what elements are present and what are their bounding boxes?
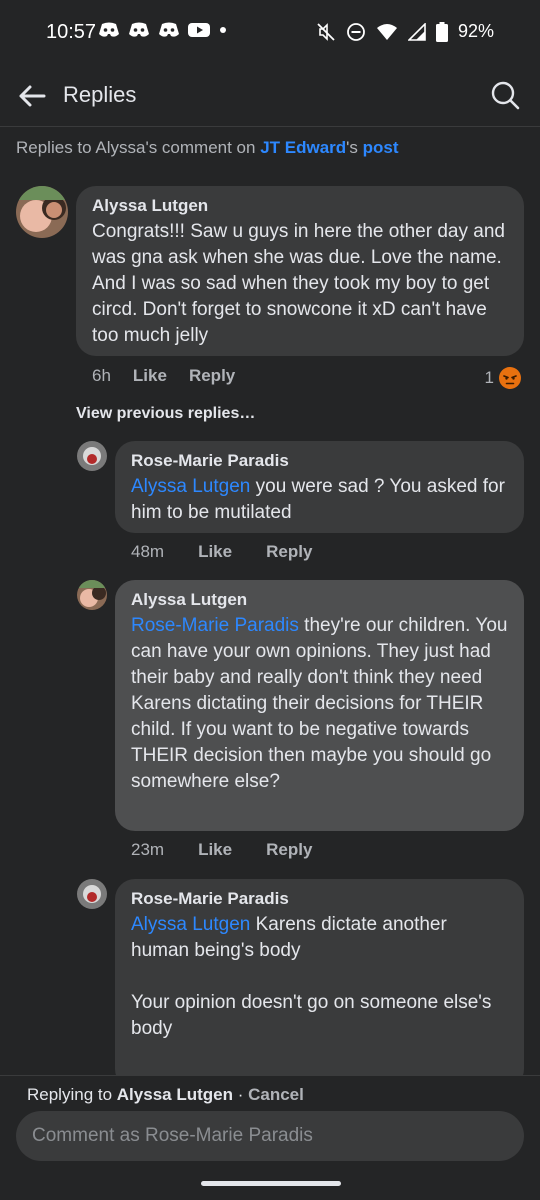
comment-actions: 6h Like Reply [92,366,235,386]
mention-link[interactable]: Rose-Marie Paradis [131,615,299,636]
status-bar: 10:57 92% [0,0,540,66]
like-button[interactable]: Like [133,366,167,386]
dnd-icon [347,22,365,41]
discord-icon [129,22,149,37]
comment-author[interactable]: Alyssa Lutgen [92,196,508,216]
replying-indicator: Replying to Alyssa Lutgen · Cancel [27,1085,304,1105]
app-header: Replies [0,66,540,126]
footer-divider [0,1075,540,1076]
system-icons: 92% [316,21,494,42]
reply-text: Rose-Marie Paradis they're our children.… [131,613,508,795]
gesture-nav-bar[interactable] [201,1181,341,1186]
page-title: Replies [63,82,137,107]
comment-input[interactable] [16,1111,524,1161]
replying-prefix: Replying to [27,1085,117,1104]
angry-reaction-icon [499,367,521,389]
reply-bubble[interactable]: Alyssa Lutgen Rose-Marie Paradis they're… [115,580,524,831]
cancel-reply-button[interactable]: Cancel [248,1085,304,1104]
reply-text: Alyssa Lutgen Karens dictate another hum… [131,912,508,1042]
comment-time: 6h [92,366,111,385]
context-possessive: 's [346,138,363,157]
replying-separator: · [232,1085,249,1104]
view-previous-replies[interactable]: View previous replies… [76,405,255,423]
header-divider [0,126,540,127]
avatar[interactable] [77,879,107,909]
status-time: 10:57 [46,21,97,43]
search-icon[interactable] [490,80,520,110]
avatar[interactable] [77,441,107,471]
replying-to-name: Alyssa Lutgen [116,1085,233,1104]
like-button[interactable]: Like [198,542,232,562]
reply-button[interactable]: Reply [189,366,235,386]
avatar[interactable] [77,580,107,610]
comment-text: Congrats!!! Saw u guys in here the other… [92,221,511,346]
mention-link[interactable]: Alyssa Lutgen [131,914,250,935]
battery-icon [435,21,448,42]
reply-button[interactable]: Reply [266,840,312,860]
like-button[interactable]: Like [198,840,232,860]
mute-icon [317,22,335,41]
reply-button[interactable]: Reply [266,542,312,562]
reply-text: Alyssa Lutgen you were sad ? You asked f… [131,474,508,526]
reply-body: they're our children. You can have your … [131,615,513,792]
reaction-count: 1 [484,368,494,387]
reply-author[interactable]: Alyssa Lutgen [131,590,508,610]
discord-icon [99,22,119,37]
reply-time: 48m [131,542,165,561]
reaction-summary[interactable]: 1 [485,366,522,390]
context-post-link[interactable]: post [363,138,399,157]
reply-actions: 48m Like Reply [131,542,312,562]
context-user-link[interactable]: JT Edward [260,138,346,157]
replies-context: Replies to Alyssa's comment on JT Edward… [16,138,399,158]
comment-bubble[interactable]: Alyssa Lutgen Congrats!!! Saw u guys in … [76,186,524,356]
reply-actions: 23m Like Reply [131,840,312,860]
reply-bubble[interactable]: Rose-Marie Paradis Alyssa Lutgen you wer… [115,441,524,533]
wifi-icon [376,23,397,40]
reply-time: 23m [131,840,165,859]
reply-bubble[interactable]: Rose-Marie Paradis Alyssa Lutgen Karens … [115,879,524,1089]
reply-author[interactable]: Rose-Marie Paradis [131,889,508,909]
dot-icon [220,27,226,33]
avatar[interactable] [16,186,68,238]
mention-link[interactable]: Alyssa Lutgen [131,476,250,497]
notification-icons [98,22,228,38]
back-arrow-icon[interactable] [16,80,48,112]
signal-icon [407,22,426,41]
reply-author[interactable]: Rose-Marie Paradis [131,451,508,471]
battery-percent: 92% [457,21,494,41]
youtube-icon [188,23,210,37]
context-prefix: Replies to Alyssa's comment on [16,138,261,157]
discord-icon [159,22,179,37]
